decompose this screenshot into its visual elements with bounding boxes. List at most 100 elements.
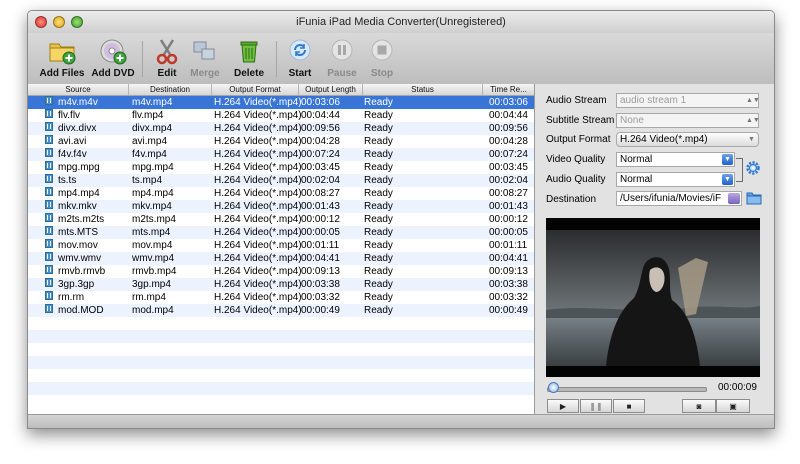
column-header-destination[interactable]: Destination bbox=[129, 84, 212, 95]
video-quality-value: Normal bbox=[620, 154, 653, 165]
folder-plus-icon bbox=[47, 36, 77, 66]
table-row[interactable]: ts.ts ts.mp4 H.264 Video(*.mp4) 00:02:04 Rea… bbox=[28, 174, 534, 187]
cell-source: mp4.mp4 bbox=[58, 188, 100, 199]
output-format-select[interactable]: H.264 Video(*.mp4) ▼ bbox=[616, 132, 759, 147]
cell-remaining: 00:09:13 bbox=[489, 266, 528, 277]
stop-icon bbox=[367, 36, 397, 66]
cell-dest: m2ts.mp4 bbox=[132, 214, 176, 225]
add-files-button[interactable]: Add Files bbox=[39, 36, 85, 79]
cell-status: Ready bbox=[364, 305, 393, 316]
pause-button[interactable]: Pause bbox=[325, 36, 359, 79]
destination-value: /Users/ifunia/Movies/iF bbox=[620, 193, 722, 204]
chevron-down-icon: ▼ bbox=[748, 136, 755, 143]
chevron-down-icon: ▼ bbox=[722, 174, 733, 185]
empty-row bbox=[28, 343, 534, 356]
cell-length: 00:04:28 bbox=[301, 136, 340, 147]
cell-source: avi.avi bbox=[58, 136, 87, 147]
table-row[interactable]: flv.flv flv.mp4 H.264 Video(*.mp4) 00:04:44… bbox=[28, 109, 534, 122]
chevron-updown-icon: ▲▼ bbox=[746, 97, 760, 104]
video-file-icon bbox=[45, 161, 53, 170]
table-row[interactable]: rm.rm rm.mp4 H.264 Video(*.mp4) 00:03:32 Rea… bbox=[28, 291, 534, 304]
cell-format: H.264 Video(*.mp4) bbox=[214, 253, 302, 264]
cell-format: H.264 Video(*.mp4) bbox=[214, 136, 302, 147]
cell-format: H.264 Video(*.mp4) bbox=[214, 123, 302, 134]
empty-row bbox=[28, 330, 534, 343]
cell-status: Ready bbox=[364, 201, 393, 212]
cell-remaining: 00:03:45 bbox=[489, 162, 528, 173]
output-format-value: H.264 Video(*.mp4) bbox=[620, 134, 708, 145]
file-list[interactable]: Source Destination Output Format Output … bbox=[28, 84, 535, 414]
stop-button[interactable]: Stop bbox=[365, 36, 399, 79]
table-row[interactable]: mpg.mpg mpg.mp4 H.264 Video(*.mp4) 00:03:45… bbox=[28, 161, 534, 174]
destination-field[interactable]: /Users/ifunia/Movies/iF bbox=[616, 191, 742, 206]
subtitle-stream-select[interactable]: None ▲▼ bbox=[616, 113, 760, 128]
play-button[interactable]: ▶ bbox=[547, 399, 579, 413]
table-row[interactable]: f4v.f4v f4v.mp4 H.264 Video(*.mp4) 00:07:24… bbox=[28, 148, 534, 161]
cell-dest: mp4.mp4 bbox=[132, 188, 174, 199]
cell-length: 00:01:43 bbox=[301, 201, 340, 212]
table-row[interactable]: mkv.mkv mkv.mp4 H.264 Video(*.mp4) 00:01:43… bbox=[28, 200, 534, 213]
table-row[interactable]: mod.MOD mod.mp4 H.264 Video(*.mp4) 00:00:49… bbox=[28, 304, 534, 317]
snapshot-button[interactable]: ◙ bbox=[682, 399, 716, 413]
video-file-icon bbox=[45, 213, 53, 222]
zoom-window-button[interactable] bbox=[71, 16, 83, 28]
video-file-icon bbox=[45, 135, 53, 144]
cell-length: 00:09:13 bbox=[301, 266, 340, 277]
start-button[interactable]: Start bbox=[283, 36, 317, 79]
browse-icon[interactable] bbox=[728, 193, 740, 204]
cell-remaining: 00:03:06 bbox=[489, 97, 528, 108]
cell-status: Ready bbox=[364, 240, 393, 251]
table-row[interactable]: rmvb.rmvb rmvb.mp4 H.264 Video(*.mp4) 00:09… bbox=[28, 265, 534, 278]
scissors-icon bbox=[152, 36, 182, 66]
video-quality-select[interactable]: Normal ▼ bbox=[616, 152, 735, 167]
table-row[interactable]: avi.avi avi.mp4 H.264 Video(*.mp4) 00:04:28… bbox=[28, 135, 534, 148]
table-row[interactable]: divx.divx divx.mp4 H.264 Video(*.mp4) 00:09… bbox=[28, 122, 534, 135]
pause-playback-button[interactable]: ❚❚ bbox=[580, 399, 612, 413]
playback-slider-knob[interactable] bbox=[547, 382, 559, 393]
table-row[interactable]: mp4.mp4 mp4.mp4 H.264 Video(*.mp4) 00:08:27… bbox=[28, 187, 534, 200]
cell-remaining: 00:03:38 bbox=[489, 279, 528, 290]
stop-playback-button[interactable]: ■ bbox=[613, 399, 645, 413]
cell-length: 00:00:12 bbox=[301, 214, 340, 225]
minimize-window-button[interactable] bbox=[53, 16, 65, 28]
table-row[interactable]: m2ts.m2ts m2ts.mp4 H.264 Video(*.mp4) 00:00… bbox=[28, 213, 534, 226]
cell-dest: avi.mp4 bbox=[132, 136, 168, 147]
merge-label: Merge bbox=[190, 68, 220, 79]
column-header-time-remaining[interactable]: Time Re... bbox=[483, 84, 534, 95]
column-header-output-length[interactable]: Output Length bbox=[299, 84, 363, 95]
column-header-source[interactable]: Source bbox=[28, 84, 129, 95]
cell-source: ts.ts bbox=[58, 175, 77, 186]
delete-button[interactable]: Delete bbox=[228, 36, 270, 79]
table-row[interactable]: mov.mov mov.mp4 H.264 Video(*.mp4) 00:01:11… bbox=[28, 239, 534, 252]
cell-source: m4v.m4v bbox=[58, 97, 98, 108]
table-row[interactable]: 3gp.3gp 3gp.mp4 H.264 Video(*.mp4) 00:03:38… bbox=[28, 278, 534, 291]
chevron-updown-icon: ▲▼ bbox=[746, 117, 760, 124]
add-dvd-button[interactable]: Add DVD bbox=[90, 36, 136, 79]
table-row[interactable]: wmv.wmv wmv.mp4 H.264 Video(*.mp4) 00:04:41… bbox=[28, 252, 534, 265]
edit-button[interactable]: Edit bbox=[150, 36, 184, 79]
list-rows: m4v.m4v m4v.mp4 H.264 Video(*.mp4) 00:03:06… bbox=[28, 96, 534, 408]
audio-stream-select[interactable]: audio stream 1 ▲▼ bbox=[616, 93, 760, 108]
cell-source: divx.divx bbox=[58, 123, 97, 134]
folder-icon[interactable] bbox=[746, 191, 762, 208]
gear-icon[interactable] bbox=[745, 160, 761, 179]
cell-remaining: 00:04:41 bbox=[489, 253, 528, 264]
cell-length: 00:03:32 bbox=[301, 292, 340, 303]
cell-dest: m4v.mp4 bbox=[132, 97, 173, 108]
column-header-status[interactable]: Status bbox=[363, 84, 483, 95]
stop-label: Stop bbox=[370, 68, 394, 79]
audio-quality-select[interactable]: Normal ▼ bbox=[616, 172, 735, 187]
table-row[interactable]: mts.MTS mts.mp4 H.264 Video(*.mp4) 00:00:05… bbox=[28, 226, 534, 239]
cell-remaining: 00:08:27 bbox=[489, 188, 528, 199]
merge-button[interactable]: Merge bbox=[187, 36, 223, 79]
cell-length: 00:01:11 bbox=[301, 240, 340, 251]
add-dvd-label: Add DVD bbox=[91, 68, 135, 79]
column-header-output-format[interactable]: Output Format bbox=[212, 84, 299, 95]
playback-slider[interactable] bbox=[547, 387, 707, 392]
open-snapshot-folder-button[interactable]: ▣ bbox=[716, 399, 750, 413]
list-header: Source Destination Output Format Output … bbox=[28, 84, 534, 96]
table-row[interactable]: m4v.m4v m4v.mp4 H.264 Video(*.mp4) 00:03:06… bbox=[28, 96, 534, 109]
close-window-button[interactable] bbox=[35, 16, 47, 28]
video-preview[interactable] bbox=[546, 218, 760, 377]
cell-remaining: 00:00:49 bbox=[489, 305, 528, 316]
